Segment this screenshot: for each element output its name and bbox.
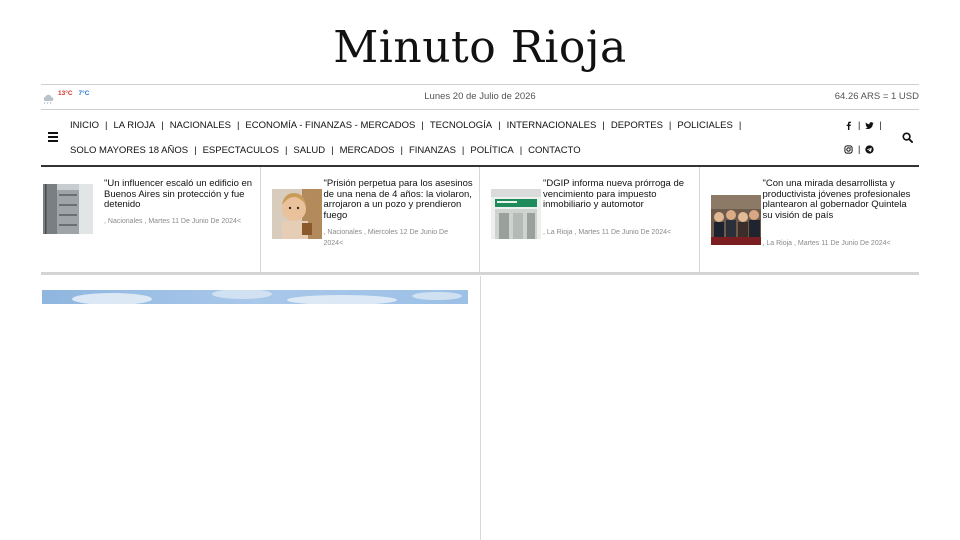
social-links-row-2: | bbox=[844, 144, 874, 154]
nav-separator: | bbox=[161, 120, 164, 131]
news-meta: , La Rioja , Martes 11 De Junio De 2024< bbox=[762, 240, 891, 247]
nav-row-1: INICIO | LA RIOJA | NACIONALES | ECONOMÍ… bbox=[70, 120, 747, 131]
nav-link-deportes[interactable]: DEPORTES bbox=[611, 120, 663, 131]
nav-separator: | bbox=[284, 145, 288, 156]
nav-link-economia[interactable]: ECONOMÍA - FINANZAS - MERCADOS bbox=[245, 120, 415, 131]
nav-link-finanzas[interactable]: FINANZAS bbox=[409, 145, 456, 156]
news-card[interactable]: "Prisión perpetua para los asesinos de u… bbox=[261, 167, 480, 272]
news-meta: , La Rioja , Martes 11 De Junio De 2024< bbox=[543, 229, 672, 236]
news-thumbnail[interactable] bbox=[271, 189, 322, 239]
nav-separator: | bbox=[105, 120, 108, 131]
facebook-icon[interactable] bbox=[844, 121, 853, 130]
nav-separator: | bbox=[331, 145, 334, 156]
current-date: Lunes 20 de Julio de 2026 bbox=[424, 91, 536, 102]
news-headline[interactable]: "Con una mirada desarrollista y producti… bbox=[763, 178, 918, 221]
site-title[interactable]: Minuto Rioja bbox=[0, 0, 960, 70]
nav-row-2: SOLO MAYORES 18 AÑOS | ESPECTACULOS | SA… bbox=[70, 145, 581, 156]
twitter-icon[interactable] bbox=[865, 121, 874, 130]
nav-link-internacionales[interactable]: INTERNACIONALES bbox=[507, 120, 597, 131]
social-separator: | bbox=[858, 120, 861, 130]
nav-link-solo-mayores[interactable]: SOLO MAYORES 18 AÑOS bbox=[70, 145, 188, 156]
news-cards-strip: "Un influencer escaló un edificio en Bue… bbox=[41, 167, 919, 275]
top-info-bar: 13°C 7°C Lunes 20 de Julio de 2026 64.26… bbox=[41, 84, 919, 110]
nav-separator: | bbox=[421, 120, 424, 131]
nav-link-tecnologia[interactable]: TECNOLOGÍA bbox=[430, 120, 492, 131]
social-separator: | bbox=[858, 144, 861, 154]
column-divider bbox=[480, 276, 481, 540]
news-meta: , Nacionales , Miercoles 12 De Junio De … bbox=[323, 229, 449, 247]
social-separator: | bbox=[879, 120, 882, 130]
hamburger-menu-icon[interactable] bbox=[48, 132, 58, 142]
news-card[interactable]: "DGIP informa nueva prórroga de vencimie… bbox=[480, 167, 700, 272]
nav-separator: | bbox=[738, 120, 742, 131]
news-thumbnail[interactable] bbox=[43, 184, 93, 234]
news-card[interactable]: "Con una mirada desarrollista y producti… bbox=[700, 167, 919, 272]
news-thumbnail[interactable] bbox=[491, 189, 541, 239]
telegram-icon[interactable] bbox=[865, 144, 874, 154]
nav-separator: | bbox=[194, 145, 197, 156]
nav-separator: | bbox=[236, 120, 240, 131]
search-icon[interactable] bbox=[902, 132, 913, 143]
nav-link-salud[interactable]: SALUD bbox=[293, 145, 325, 156]
nav-separator: | bbox=[602, 120, 605, 131]
nav-separator: | bbox=[461, 145, 465, 156]
news-card[interactable]: "Un influencer escaló un edificio en Bue… bbox=[41, 167, 261, 272]
nav-link-inicio[interactable]: INICIO bbox=[70, 120, 99, 131]
nav-link-policiales[interactable]: POLICIALES bbox=[677, 120, 732, 131]
news-meta: , Nacionales , Martes 11 De Junio De 202… bbox=[104, 218, 242, 225]
nav-separator: | bbox=[519, 145, 523, 156]
nav-link-politica[interactable]: POLÍTICA bbox=[470, 145, 513, 156]
exchange-rate: 64.26 ARS = 1 USD bbox=[834, 91, 919, 102]
nav-link-espectaculos[interactable]: ESPECTACULOS bbox=[203, 145, 279, 156]
social-links-row-1: | | bbox=[844, 120, 887, 130]
nav-link-contacto[interactable]: CONTACTO bbox=[528, 145, 580, 156]
masthead: Minuto Rioja bbox=[0, 0, 960, 84]
featured-image[interactable] bbox=[42, 290, 468, 304]
news-thumbnail[interactable] bbox=[710, 195, 761, 245]
nav-separator: | bbox=[668, 120, 672, 131]
main-navigation: INICIO | LA RIOJA | NACIONALES | ECONOMÍ… bbox=[41, 110, 919, 167]
news-headline[interactable]: "Prisión perpetua para los asesinos de u… bbox=[324, 178, 479, 221]
nav-link-mercados[interactable]: MERCADOS bbox=[340, 145, 395, 156]
nav-link-nacionales[interactable]: NACIONALES bbox=[170, 120, 231, 131]
nav-separator: | bbox=[400, 145, 403, 156]
news-headline[interactable]: "Un influencer escaló un edificio en Bue… bbox=[104, 178, 259, 211]
nav-link-la-rioja[interactable]: LA RIOJA bbox=[114, 120, 156, 131]
instagram-icon[interactable] bbox=[844, 144, 853, 154]
news-headline[interactable]: "DGIP informa nueva prórroga de vencimie… bbox=[543, 178, 698, 211]
nav-separator: | bbox=[498, 120, 501, 131]
